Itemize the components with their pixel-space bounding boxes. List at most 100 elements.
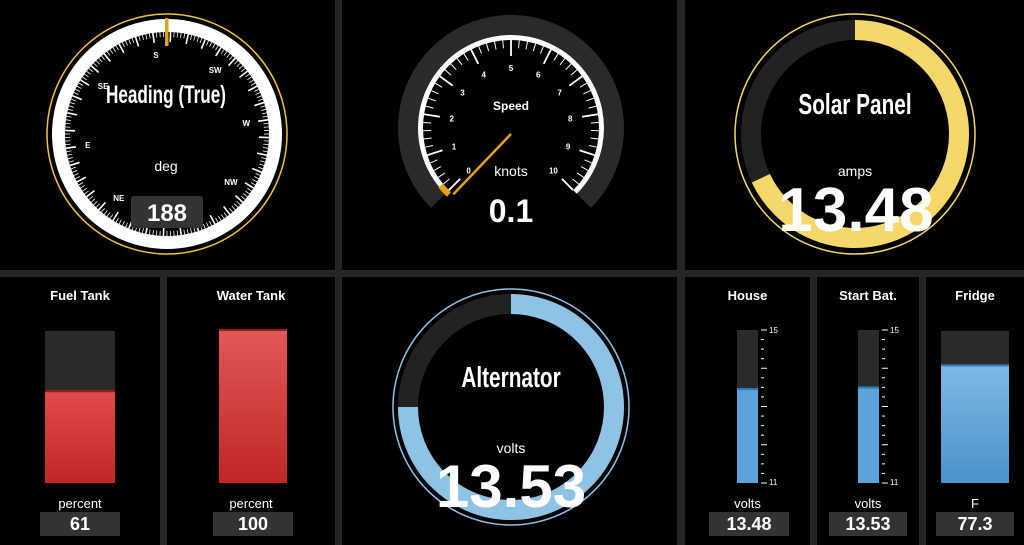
speed-tick <box>590 137 599 140</box>
heading-unit: deg <box>154 158 177 174</box>
speed-tick <box>425 105 434 109</box>
speed-gauge: 0 1 2 3 4 5 6 7 8 9 10 Speed knots 0.1 <box>398 15 624 229</box>
speed-tick <box>437 172 446 178</box>
fridge-unit: F <box>971 496 979 511</box>
speed-tick <box>423 137 432 140</box>
fuel-panel[interactable]: Fuel Tank percent 61 <box>0 277 160 545</box>
speed-tick <box>423 121 432 124</box>
speed-title: Speed <box>493 99 529 113</box>
house-level-fill <box>737 388 758 483</box>
speed-tick <box>588 105 597 109</box>
speed-tick <box>423 113 441 118</box>
water-value: 100 <box>213 512 293 536</box>
fridge-level-fill <box>941 364 1009 483</box>
speed-tick <box>478 45 483 54</box>
speed-tick <box>494 41 497 50</box>
speed-tick-label: 3 <box>460 89 465 98</box>
solar-title: Solar Panel <box>798 89 911 121</box>
speed-tick <box>456 58 463 66</box>
water-panel[interactable]: Water Tank percent 100 <box>167 277 335 545</box>
heading-needle <box>165 18 169 46</box>
speed-tick <box>450 63 457 71</box>
heading-cardinal-label: S <box>153 51 159 60</box>
house-scale <box>761 329 767 484</box>
heading-tick <box>155 32 158 38</box>
speed-tick <box>579 149 595 157</box>
speed-tick-label: 9 <box>566 143 571 152</box>
speed-tick <box>586 97 594 102</box>
speed-tick-label: 2 <box>450 115 455 124</box>
start-bat-panel[interactable]: Start Bat. 15 11 volts 13.53 <box>817 277 919 545</box>
alternator-value: 13.53 <box>436 453 586 520</box>
heading-cardinal-label: NW <box>224 178 238 187</box>
speed-tick-label: 1 <box>452 143 457 152</box>
fridge-value: 77.3 <box>936 512 1014 536</box>
speed-tick <box>431 90 439 95</box>
speed-panel[interactable]: 0 1 2 3 4 5 6 7 8 9 10 Speed knots 0.1 <box>342 0 677 270</box>
heading-cardinal-label: W <box>242 119 250 128</box>
speed-tick <box>435 82 443 88</box>
speed-tick <box>430 159 438 164</box>
speed-tick <box>425 144 434 148</box>
heading-compass-gauge: NNEESESSWWNW Heading (True) deg 188 <box>46 13 288 255</box>
speed-tick-label: 0 <box>466 166 471 175</box>
fuel-unit: percent <box>58 496 102 511</box>
solar-value: 13.48 <box>778 176 933 245</box>
speed-tick <box>590 121 599 124</box>
start-bat-scale <box>882 329 888 484</box>
house-scale-min: 11 <box>769 478 778 487</box>
speed-tick <box>568 75 583 87</box>
heading-tick <box>155 230 158 236</box>
fuel-level-fill <box>45 390 115 483</box>
speed-tick <box>584 159 592 164</box>
speed-tick <box>579 82 587 88</box>
speed-tick <box>580 166 589 171</box>
speed-tick <box>588 144 597 148</box>
start-bat-unit: volts <box>854 496 882 511</box>
speed-tick <box>565 63 572 71</box>
speed-tick <box>470 49 480 65</box>
alternator-ring-gauge: Alternator volts 13.53 <box>392 288 630 526</box>
alternator-panel[interactable]: Alternator volts 13.53 <box>342 277 677 545</box>
heading-cardinal-label: SW <box>209 66 222 75</box>
speed-tick-label: 8 <box>568 115 573 124</box>
start-bat-value: 13.53 <box>829 512 907 536</box>
speed-tick <box>532 43 537 52</box>
heading-tick <box>65 143 71 146</box>
water-unit: percent <box>229 496 273 511</box>
start-bat-scale-max: 15 <box>890 326 899 335</box>
speed-tick <box>561 178 574 191</box>
heading-panel[interactable]: NNEESESSWWNW Heading (True) deg 188 <box>0 0 335 270</box>
speed-tick <box>444 69 452 76</box>
speed-tick-label: 7 <box>557 89 562 98</box>
speed-tick <box>427 149 443 157</box>
start-bat-level-fill <box>858 386 879 483</box>
speed-tick <box>576 172 585 178</box>
fuel-value: 61 <box>40 512 120 536</box>
heading-cardinal-label: NE <box>113 194 125 203</box>
heading-tick <box>263 143 269 146</box>
heading-title: Heading (True) <box>106 82 226 109</box>
solar-ring-gauge: Solar Panel amps 13.48 <box>734 13 976 255</box>
speed-tick <box>583 90 591 95</box>
speed-tick <box>553 53 559 61</box>
fridge-panel[interactable]: Fridge F 77.3 <box>926 277 1024 545</box>
speed-tick <box>485 43 490 52</box>
house-scale-max: 15 <box>769 326 778 335</box>
solar-panel[interactable]: Solar Panel amps 13.48 <box>685 0 1024 270</box>
speed-tick <box>502 40 504 49</box>
speed-tick <box>581 113 599 118</box>
water-level-fill <box>219 329 287 483</box>
speed-tick <box>518 40 520 49</box>
heading-tick <box>176 230 179 236</box>
speed-unit: knots <box>494 163 527 179</box>
speed-tick-label: 10 <box>549 166 558 175</box>
speed-tick <box>572 178 580 185</box>
heading-cardinal-label: E <box>85 141 91 150</box>
house-panel[interactable]: House 15 11 volts 13.48 <box>685 277 810 545</box>
speed-tick <box>570 69 578 76</box>
heading-value: 188 <box>147 200 187 227</box>
speed-tick <box>439 75 454 87</box>
speed-tick <box>559 58 566 66</box>
speed-tick <box>442 178 450 185</box>
